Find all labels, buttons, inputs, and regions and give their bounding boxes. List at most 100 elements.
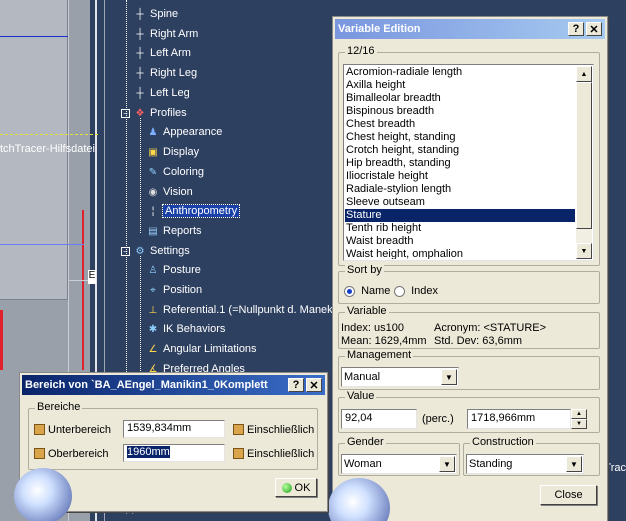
settings-icon: ⚙ xyxy=(135,245,145,257)
list-item[interactable]: Bispinous breadth xyxy=(345,105,575,118)
scroll-down-icon[interactable]: ▼ xyxy=(576,243,592,259)
value-spinner[interactable]: ▲ ▼ xyxy=(571,409,587,429)
vision-icon: ◉ xyxy=(148,186,158,198)
tree-item-right-arm[interactable]: ┼ Right Arm xyxy=(133,25,198,43)
unterbereich-label: Unterbereich xyxy=(48,424,111,436)
tree-item-label: Right Arm xyxy=(150,28,199,40)
tree-item-label: Appearance xyxy=(163,126,223,138)
list-item[interactable]: Radiale-stylion length xyxy=(345,183,575,196)
collapse-icon[interactable]: − xyxy=(121,108,130,118)
management-select[interactable]: Manual ▼ xyxy=(341,367,459,387)
list-item[interactable]: Chest breadth xyxy=(345,118,575,131)
collapse-icon[interactable]: − xyxy=(121,246,130,256)
close-icon[interactable]: ✕ xyxy=(586,22,602,36)
management-label: Management xyxy=(345,349,414,361)
limb-icon: ┼ xyxy=(136,28,144,40)
tree-item-label: Position xyxy=(163,284,203,296)
anthropometry-icon: ¦ xyxy=(151,205,155,217)
list-item[interactable]: Waist height, omphalion xyxy=(345,248,575,259)
help-button[interactable]: ? xyxy=(568,22,584,36)
tree-item-anthropometry[interactable]: ¦ Anthropometry xyxy=(146,202,241,220)
scroll-thumb[interactable] xyxy=(576,82,592,229)
tree-item-referential[interactable]: ⊥ Referential.1 (=Nullpunkt d. Manek xyxy=(146,301,333,319)
tree-item-coloring[interactable]: ✎ Coloring xyxy=(146,163,204,181)
list-item[interactable]: Stature xyxy=(345,209,575,222)
construction-select[interactable]: Standing ▼ xyxy=(466,454,584,474)
chevron-down-icon[interactable]: ▼ xyxy=(441,369,457,385)
chevron-down-icon[interactable]: ▼ xyxy=(439,456,455,472)
scroll-up-icon[interactable]: ▲ xyxy=(576,66,592,82)
tree-item-angular-limitations[interactable]: ∠ Angular Limitations xyxy=(146,340,257,358)
variable-listbox[interactable]: Acromion-radiale length Axilla height Bima… xyxy=(343,64,594,261)
ok-icon xyxy=(281,482,292,493)
list-item[interactable]: Axilla height xyxy=(345,79,575,92)
display-icon: ▣ xyxy=(148,146,158,158)
tree-item-profiles[interactable]: − ❖ Profiles xyxy=(121,104,187,122)
close-button[interactable]: Close xyxy=(540,485,597,505)
radio-icon[interactable] xyxy=(394,285,405,297)
dialog-titlebar[interactable]: Variable Edition ? ✕ xyxy=(335,19,605,39)
list-item[interactable]: Bimalleolar breadth xyxy=(345,92,575,105)
tree-item-label: Vision xyxy=(163,186,193,198)
tree-item-label: Angular Limitations xyxy=(163,343,257,355)
sketch-guide xyxy=(0,134,98,135)
gender-select[interactable]: Woman ▼ xyxy=(341,454,457,474)
list-item[interactable]: Hip breadth, standing xyxy=(345,157,575,170)
tree-branch xyxy=(140,256,141,381)
close-icon[interactable]: ✕ xyxy=(306,378,322,392)
list-item[interactable]: Crotch height, standing xyxy=(345,144,575,157)
oberbereich-include-label: Einschließlich xyxy=(247,448,315,460)
list-scrollbar[interactable]: ▲ ▼ xyxy=(576,66,592,259)
unterbereich-checkbox[interactable] xyxy=(34,424,45,435)
tree-item-right-leg[interactable]: ┼ Right Leg xyxy=(133,64,197,82)
bereich-title: Bereich von `BA_AEngel_Manikin1_0Komplet… xyxy=(25,379,268,391)
help-button[interactable]: ? xyxy=(288,378,304,392)
tree-item-left-arm[interactable]: ┼ Left Arm xyxy=(133,44,191,62)
variable-index: Index: us100 xyxy=(341,322,404,334)
ik-behaviors-icon: ✱ xyxy=(148,323,158,335)
list-item[interactable]: Waist breadth xyxy=(345,235,575,248)
bereiche-label: Bereiche xyxy=(35,401,83,413)
list-item[interactable]: Acromion-radiale length xyxy=(345,66,575,79)
tree-item-position[interactable]: ⌖ Position xyxy=(146,281,202,299)
list-item[interactable]: Chest height, standing xyxy=(345,131,575,144)
management-value: Manual xyxy=(344,371,381,383)
tree-item-spine[interactable]: ┼ Spine xyxy=(133,5,178,23)
list-item[interactable]: Iliocristale height xyxy=(345,170,575,183)
tree-item-appearance[interactable]: ♟ Appearance xyxy=(146,123,223,141)
tree-item-ik-behaviors[interactable]: ✱ IK Behaviors xyxy=(146,320,226,338)
tree-item-posture[interactable]: ♙ Posture xyxy=(146,261,201,279)
sketch-tracer-label[interactable]: tchTracer-Hilfsdatei xyxy=(0,143,95,155)
tree-item-label: Reports xyxy=(163,225,202,237)
tree-item-reports[interactable]: ▤ Reports xyxy=(146,222,202,240)
tree-item-settings[interactable]: − ⚙ Settings xyxy=(121,242,190,260)
chevron-down-icon[interactable]: ▼ xyxy=(566,456,582,472)
sort-name-option[interactable]: Name xyxy=(344,285,390,297)
sort-index-option[interactable]: Index xyxy=(394,285,438,297)
oberbereich-checkbox[interactable] xyxy=(34,448,45,459)
oberbereich-include-checkbox[interactable] xyxy=(233,448,244,459)
construction-label: Construction xyxy=(470,436,536,448)
spin-up-icon[interactable]: ▲ xyxy=(571,409,587,419)
tree-item-left-leg[interactable]: ┼ Left Leg xyxy=(133,84,190,102)
value-mm-input[interactable]: 1718,966mm xyxy=(467,409,571,429)
unterbereich-include-checkbox[interactable] xyxy=(233,424,244,435)
unterbereich-input[interactable]: 1539,834mm xyxy=(123,420,225,438)
radio-selected-icon[interactable] xyxy=(344,285,355,297)
list-item[interactable]: Sleeve outseam xyxy=(345,196,575,209)
bereich-titlebar[interactable]: Bereich von `BA_AEngel_Manikin1_0Komplet… xyxy=(22,375,325,395)
value-label: Value xyxy=(345,390,377,402)
oberbereich-label: Oberbereich xyxy=(48,448,109,460)
variable-acronym: Acronym: <STATURE> xyxy=(434,322,547,334)
tree-item-label: Coloring xyxy=(163,166,204,178)
sort-by-group: Sort by Name Index xyxy=(338,264,600,304)
tree-item-vision[interactable]: ◉ Vision xyxy=(146,183,193,201)
tree-item-label: Left Leg xyxy=(150,87,190,99)
list-item[interactable]: Tenth rib height xyxy=(345,222,575,235)
oberbereich-input[interactable]: 1960mm xyxy=(123,444,225,462)
spin-down-icon[interactable]: ▼ xyxy=(571,419,587,429)
tree-item-display[interactable]: ▣ Display xyxy=(146,143,199,161)
gender-label: Gender xyxy=(345,436,386,448)
ok-button[interactable]: OK xyxy=(275,478,317,497)
percentile-input[interactable]: 92,04 xyxy=(341,409,417,429)
